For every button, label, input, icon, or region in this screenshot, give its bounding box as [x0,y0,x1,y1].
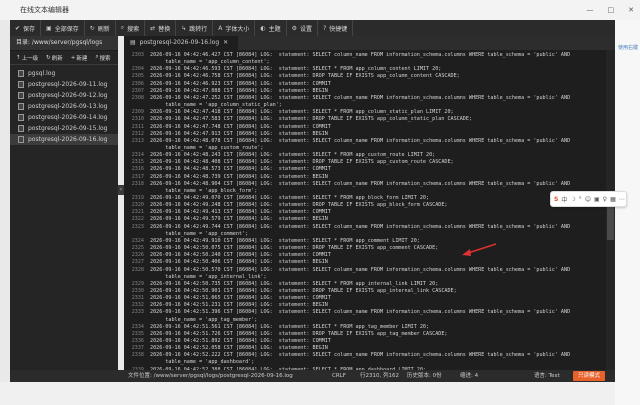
annotation-arrow [462,243,497,256]
app-window: 在线文本编辑器 — □ ✕ ✔ 保存 ▣ 全部保存 ↻ 刷新 ⌕ 搜索 ⇄ 替换 ↳ 跳转行 A 字体大小… [0,0,640,405]
